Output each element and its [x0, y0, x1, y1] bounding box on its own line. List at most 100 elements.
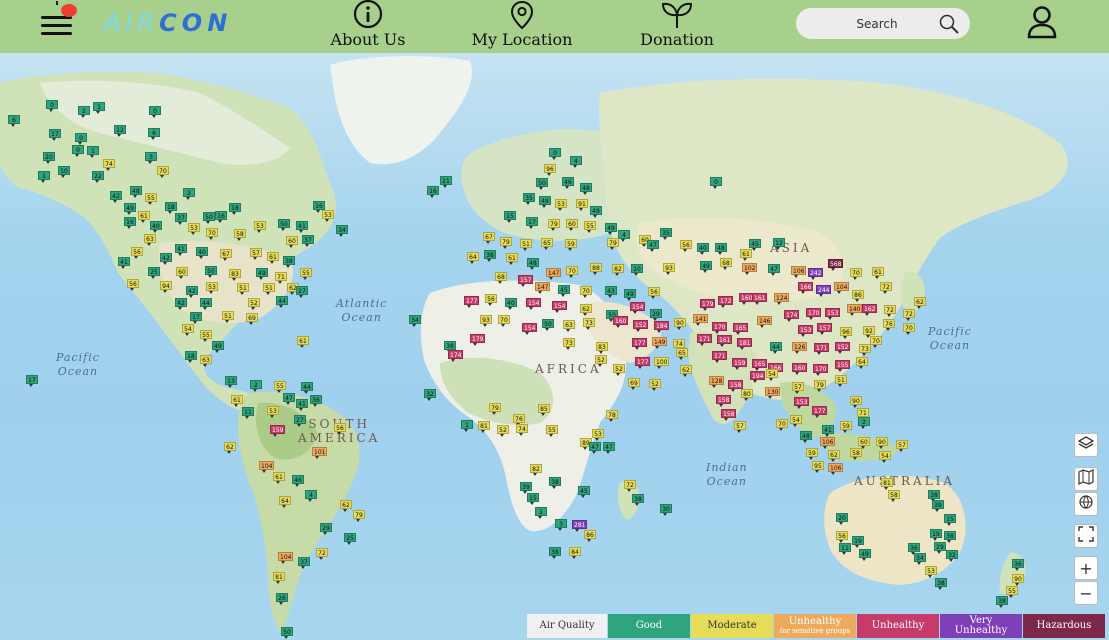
aqi-marker[interactable]: 48: [590, 206, 602, 218]
aqi-marker[interactable]: 170: [813, 364, 829, 376]
aqi-marker[interactable]: 48: [527, 258, 539, 270]
aqi-marker[interactable]: 70: [580, 286, 592, 298]
aqi-marker[interactable]: 38: [444, 341, 456, 353]
aqi-marker[interactable]: 42: [110, 191, 122, 203]
aqi-marker[interactable]: 154: [630, 302, 646, 314]
aqi-marker[interactable]: 52: [649, 379, 661, 391]
aqi-marker[interactable]: 64: [467, 252, 479, 264]
aqi-marker[interactable]: 170: [806, 308, 822, 320]
aqi-marker[interactable]: 79: [548, 219, 560, 231]
aqi-marker[interactable]: 17: [190, 312, 202, 324]
aqi-marker[interactable]: 15: [504, 211, 516, 223]
aqi-marker[interactable]: 56: [648, 287, 660, 299]
aqi-marker[interactable]: 153: [825, 308, 841, 320]
aqi-marker[interactable]: 52: [613, 364, 625, 376]
aqi-marker[interactable]: 53: [925, 566, 937, 578]
aqi-marker[interactable]: 53: [206, 282, 218, 294]
app-logo[interactable]: AIRCON: [104, 9, 232, 37]
aqi-marker[interactable]: 70: [498, 315, 510, 327]
map-view-button[interactable]: [1074, 467, 1098, 491]
aqi-marker[interactable]: 96: [840, 327, 852, 339]
aqi-marker[interactable]: 79: [814, 380, 826, 392]
aqi-marker[interactable]: 44: [770, 342, 782, 354]
zoom-out-button[interactable]: −: [1074, 581, 1098, 605]
aqi-marker[interactable]: 62: [914, 297, 926, 309]
aqi-marker[interactable]: 70: [566, 266, 578, 278]
aqi-marker[interactable]: 242: [808, 268, 824, 280]
aqi-marker[interactable]: 53: [267, 406, 279, 418]
aqi-marker[interactable]: 37: [175, 213, 187, 225]
aqi-marker[interactable]: 37: [302, 235, 314, 247]
aqi-marker[interactable]: 55: [584, 221, 596, 233]
aqi-marker[interactable]: 158: [721, 409, 737, 421]
aqi-marker[interactable]: 52: [595, 355, 607, 367]
aqi-marker[interactable]: 161: [752, 293, 768, 305]
aqi-marker[interactable]: 50: [205, 266, 217, 278]
aqi-marker[interactable]: 93: [663, 263, 675, 275]
aqi-marker[interactable]: 62: [580, 304, 592, 316]
search-bar[interactable]: [796, 8, 970, 39]
aqi-marker[interactable]: 64: [856, 357, 868, 369]
aqi-marker[interactable]: 56: [127, 279, 139, 291]
legend-unhealthy[interactable]: Unhealthy: [857, 614, 939, 638]
aqi-marker[interactable]: 3: [555, 519, 567, 531]
aqi-marker[interactable]: 158: [728, 380, 744, 392]
aqi-marker[interactable]: 16: [124, 217, 136, 229]
aqi-marker[interactable]: 70: [850, 268, 862, 280]
aqi-marker[interactable]: 49: [539, 196, 551, 208]
user-profile-icon[interactable]: [1026, 5, 1058, 39]
aqi-marker[interactable]: 46: [292, 475, 304, 487]
aqi-marker[interactable]: 12: [773, 238, 785, 250]
aqi-marker[interactable]: 38: [944, 531, 956, 543]
aqi-marker[interactable]: 0: [72, 145, 84, 157]
legend-good[interactable]: Good: [608, 614, 690, 638]
aqi-marker[interactable]: 90: [876, 437, 888, 449]
aqi-marker[interactable]: 48: [715, 243, 727, 255]
aqi-marker[interactable]: 19: [852, 536, 864, 548]
aqi-marker[interactable]: 101: [312, 447, 328, 459]
aqi-marker[interactable]: 50: [203, 212, 215, 224]
aqi-marker[interactable]: 52: [497, 425, 509, 437]
aqi-marker[interactable]: 57: [792, 382, 804, 394]
aqi-marker[interactable]: 40: [196, 247, 208, 259]
aqi-marker[interactable]: 79: [353, 510, 365, 522]
aqi-marker[interactable]: 106: [820, 437, 836, 449]
aqi-marker[interactable]: 67: [220, 249, 232, 261]
legend-hazardous[interactable]: Hazardous: [1023, 614, 1105, 638]
aqi-marker[interactable]: 74: [673, 339, 685, 351]
aqi-marker[interactable]: 18: [185, 351, 197, 363]
aqi-marker[interactable]: 177: [632, 338, 648, 350]
aqi-marker[interactable]: 71: [275, 272, 287, 284]
aqi-marker[interactable]: 171: [697, 334, 713, 346]
aqi-marker[interactable]: 104: [278, 552, 294, 564]
aqi-marker[interactable]: 61: [506, 253, 518, 265]
aqi-marker[interactable]: 72: [316, 548, 328, 560]
aqi-marker[interactable]: 0: [710, 177, 722, 189]
aqi-marker[interactable]: 17: [526, 217, 538, 229]
aqi-marker[interactable]: 84: [569, 547, 581, 559]
aqi-marker[interactable]: 158: [716, 395, 732, 407]
aqi-marker[interactable]: 36: [310, 395, 322, 407]
aqi-marker[interactable]: 153: [794, 397, 810, 409]
aqi-marker[interactable]: 15: [527, 493, 539, 505]
legend-unhealthy-sensitive[interactable]: Unhealthy for sensitive groups: [774, 614, 856, 638]
aqi-marker[interactable]: 67: [483, 232, 495, 244]
aqi-marker[interactable]: 51: [520, 239, 532, 251]
aqi-marker[interactable]: 6: [148, 128, 160, 140]
aqi-marker[interactable]: 47: [283, 393, 295, 405]
aqi-marker[interactable]: 55: [300, 268, 312, 280]
aqi-marker[interactable]: 172: [718, 296, 734, 308]
aqi-marker[interactable]: 194: [750, 371, 766, 383]
aqi-marker[interactable]: 38: [549, 547, 561, 559]
aqi-marker[interactable]: 60: [566, 219, 578, 231]
aqi-marker[interactable]: 49: [256, 268, 268, 280]
aqi-marker[interactable]: 12: [114, 125, 126, 137]
aqi-marker[interactable]: 160: [792, 363, 808, 375]
aqi-marker[interactable]: 56: [680, 240, 692, 252]
aqi-marker[interactable]: 72: [884, 305, 896, 317]
aqi-marker[interactable]: 141: [693, 314, 709, 326]
aqi-marker[interactable]: 35: [660, 228, 672, 240]
aqi-marker[interactable]: 76: [513, 414, 525, 426]
aqi-marker[interactable]: 83: [229, 269, 241, 281]
aqi-marker[interactable]: 32: [946, 550, 958, 562]
